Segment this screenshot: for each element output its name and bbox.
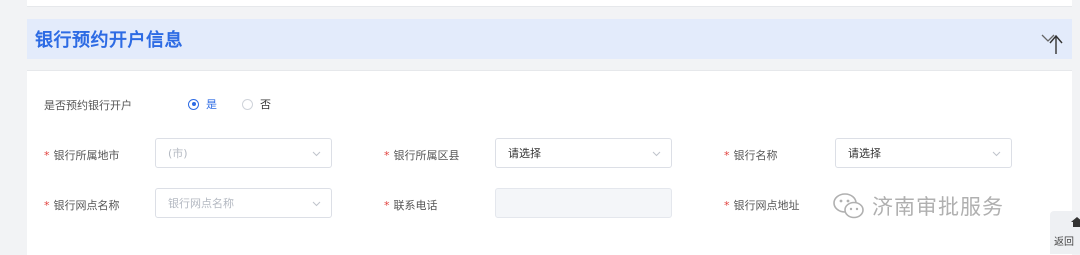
branch-name-label: * 银行网点名称	[44, 199, 120, 212]
back-to-top-button[interactable]: 返回	[1050, 211, 1080, 254]
bank-name-select[interactable]: 请选择	[835, 138, 1012, 168]
branch-name-placeholder: 银行网点名称	[168, 197, 234, 210]
section-header: 银行预约开户信息	[27, 19, 1072, 59]
radio-checked-icon	[188, 98, 199, 110]
radio-unchecked-icon	[242, 98, 253, 110]
district-select[interactable]: 请选择	[495, 138, 672, 168]
bank-name-label: * 银行名称	[724, 149, 778, 162]
section-title: 银行预约开户信息	[35, 30, 183, 51]
radio-yes[interactable]: 是	[188, 96, 217, 112]
required-mark: *	[44, 149, 50, 162]
reserve-label: 是否预约银行开户	[44, 99, 132, 112]
phone-input[interactable]	[495, 188, 672, 218]
required-mark: *	[384, 199, 390, 212]
collapse-arrow-icon[interactable]	[1040, 29, 1068, 55]
city-label: * 银行所属地市	[44, 149, 120, 162]
branch-name-select[interactable]: 银行网点名称	[155, 188, 332, 218]
phone-label: * 联系电话	[384, 199, 438, 212]
back-to-top-label: 返回	[1054, 237, 1074, 248]
radio-yes-label: 是	[206, 98, 217, 111]
required-mark: *	[724, 199, 730, 212]
previous-section-bottom	[27, 0, 1072, 7]
radio-no-label: 否	[260, 98, 271, 111]
district-label: * 银行所属区县	[384, 149, 460, 162]
chevron-down-icon	[312, 151, 321, 157]
required-mark: *	[44, 199, 50, 212]
chevron-down-icon	[992, 151, 1001, 157]
chevron-down-icon	[312, 201, 321, 207]
city-select[interactable]: (市)	[155, 138, 332, 168]
home-arrow-icon	[1071, 217, 1080, 227]
watermark: 济南审批服务	[832, 186, 1004, 226]
chevron-down-icon	[652, 151, 661, 157]
radio-no[interactable]: 否	[242, 96, 271, 112]
wechat-icon	[833, 193, 864, 219]
required-mark: *	[724, 149, 730, 162]
branch-address-label: * 银行网点地址	[724, 199, 800, 212]
required-mark: *	[384, 149, 390, 162]
watermark-text: 济南审批服务	[872, 195, 1004, 219]
district-select-value: 请选择	[508, 147, 541, 160]
city-select-value: (市)	[168, 147, 188, 160]
bank-name-select-value: 请选择	[848, 147, 881, 160]
form-panel: 是否预约银行开户 是 否 * 银行所属地市 (市) * 银行所属区县 请选择 * 银行…	[27, 70, 1072, 255]
